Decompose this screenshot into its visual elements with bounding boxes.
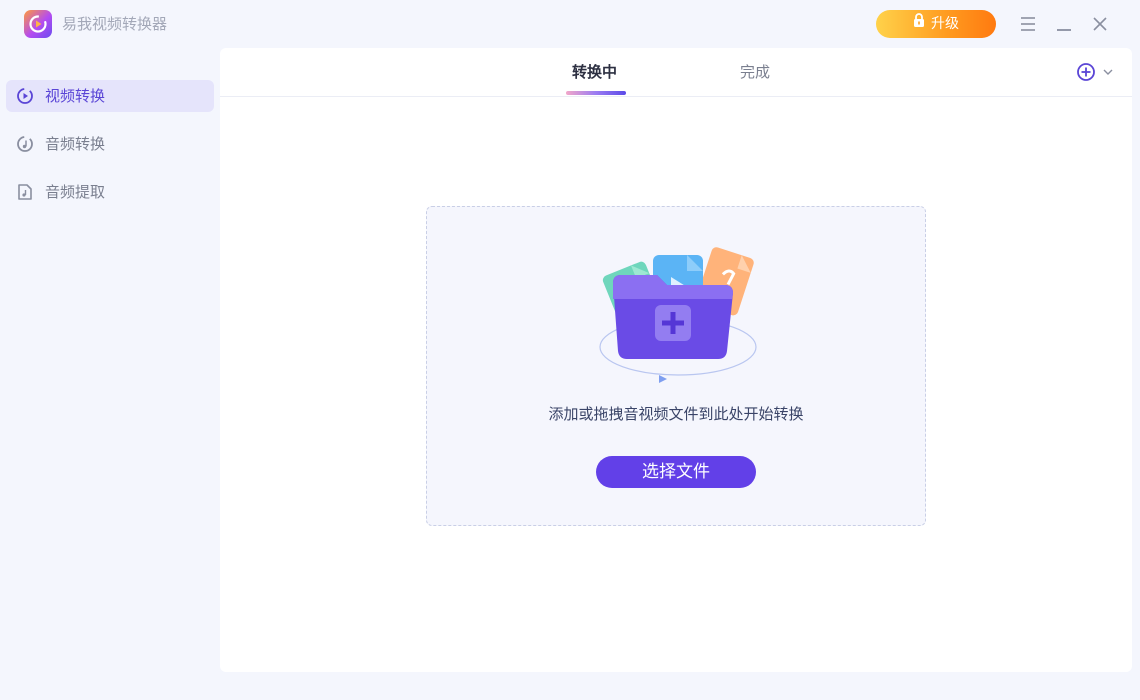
drop-hint-text: 添加或拖拽音视频文件到此处开始转换 [548,405,804,423]
upgrade-button[interactable]: 升级 [876,10,996,38]
sidebar-item-audio-convert[interactable]: 音频转换 [6,128,214,160]
menu-icon[interactable] [1018,14,1038,34]
chevron-down-icon [1103,69,1113,75]
sidebar-item-video-convert[interactable]: 视频转换 [6,80,214,112]
main-panel: 转换中 完成 添加或拖拽音视频文件到此处开始转换 选择文件 [220,48,1132,672]
sidebar: 视频转换 音频转换 音频提取 [0,48,220,700]
video-convert-icon [16,87,34,105]
title-bar: 易我视频转换器 升级 [0,0,1140,48]
audio-extract-icon [16,183,34,201]
sidebar-item-audio-extract[interactable]: 音频提取 [6,176,214,208]
app-logo [24,10,52,38]
app-logo-icon [29,15,47,33]
add-files-folder-icon [593,237,763,387]
file-drop-zone[interactable]: 添加或拖拽音视频文件到此处开始转换 选择文件 [426,206,926,526]
add-circle-icon [1077,63,1095,81]
sidebar-item-label: 音频转换 [45,135,106,153]
close-icon[interactable] [1090,14,1110,34]
lock-icon [913,9,925,37]
select-files-button[interactable]: 选择文件 [596,456,756,488]
audio-convert-icon [16,135,34,153]
upgrade-label: 升级 [931,16,959,32]
active-tab-indicator [566,91,626,95]
tab-completed[interactable]: 完成 [740,62,770,82]
add-file-menu[interactable] [1076,62,1116,84]
tab-bar: 转换中 完成 [220,48,1132,97]
sidebar-item-label: 视频转换 [45,87,106,105]
sidebar-item-label: 音频提取 [45,183,106,201]
app-title: 易我视频转换器 [62,15,168,33]
minimize-icon[interactable] [1054,14,1074,34]
tab-converting[interactable]: 转换中 [572,62,617,82]
